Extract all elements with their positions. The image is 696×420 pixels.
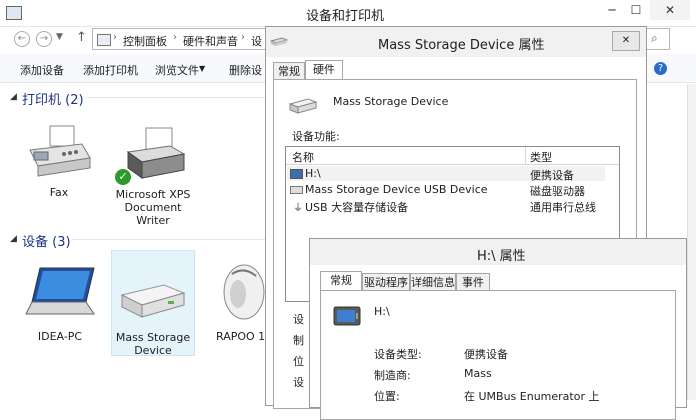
help-icon[interactable]: ? [654,62,667,75]
table-row[interactable]: Mass Storage Device USB Device 磁盘驱动器 [287,182,605,198]
summary-label: 制 [293,334,304,347]
browse-files-button[interactable]: 浏览文件 [155,62,199,78]
drive-icon [120,284,186,318]
dialog-title: Mass Storage Device 属性 [378,38,545,53]
default-check-icon: ✓ [114,168,132,186]
app-icon [6,6,22,20]
row-type: 磁盘驱动器 [530,185,585,198]
xps-printer-device[interactable]: ✓ Microsoft XPS Document Writer [110,118,196,228]
breadcrumb-item-control-panel[interactable]: 控制面板 [123,33,167,49]
mass-storage-device[interactable]: Mass Storage Device [111,250,195,357]
control-panel-icon [97,34,111,46]
search-icon: ⌕ [651,31,658,45]
printers-collapse-icon[interactable]: ◢ [10,92,17,102]
history-dropdown-icon[interactable]: ▼ [56,32,63,42]
row-type: 通用串行总线 [530,201,596,214]
device-type-value: 便携设备 [464,348,508,361]
dialog-title: H:\ 属性 [477,249,526,264]
column-divider [525,147,526,164]
breadcrumb-item-hardware[interactable]: 硬件和声音 [183,33,238,49]
summary-label: 位 [293,355,304,368]
row-type: 便携设备 [530,169,574,182]
rapoo-mouse-device[interactable]: RAPOO 1 [206,260,270,346]
remove-device-button[interactable]: 删除设 [229,62,262,78]
maximize-button[interactable]: ☐ [624,0,648,20]
summary-label: 设 [293,376,304,389]
breadcrumb-item-current[interactable]: 设 [251,33,262,49]
tab-details[interactable]: 详细信息 [410,273,456,291]
title-bar: 设备和打印机 ─ ☐ ✕ [0,0,696,27]
breadcrumb-separator-icon: › [241,32,245,43]
table-row[interactable]: H:\ 便携设备 [287,166,605,182]
location-label: 位置: [374,390,400,403]
vertical-scrollbar[interactable] [687,84,696,400]
idea-pc-device[interactable]: IDEA-PC [20,256,100,346]
breadcrumb-separator-icon: › [113,32,117,43]
add-printer-button[interactable]: 添加打印机 [83,62,138,78]
xps-printer-label: Microsoft XPS Document Writer [115,188,191,227]
drive-icon [270,37,288,46]
group-divider [72,239,266,240]
row-name: USB 大容量存储设备 [305,201,409,214]
portable-device-icon [290,169,303,179]
chevron-down-icon: ▼ [199,64,206,73]
window-title: 设备和打印机 [306,9,385,24]
tab-general[interactable]: 常规 [273,62,305,80]
breadcrumb-separator-icon: › [173,32,177,43]
location-value: 在 UMBus Enumerator 上 [464,390,600,403]
tab-driver[interactable]: 驱动程序 [362,273,410,291]
dialog-title-bar: H:\ 属性 [310,239,686,265]
group-divider [86,97,266,98]
drive-icon [288,98,318,114]
list-header [286,147,619,165]
add-device-button[interactable]: 添加设备 [20,62,64,78]
search-box[interactable]: ⌕ [644,28,670,50]
usb-icon: ⏚ [293,203,303,214]
up-icon[interactable]: ↑ [76,30,87,45]
summary-label: 设 [293,313,304,326]
h-drive-properties-dialog: H:\ 属性 常规 驱动程序 详细信息 事件 H:\ 设备类型: 便携设备 制造… [309,238,687,420]
device-type-label: 设备类型: [374,348,422,361]
close-button[interactable]: ✕ [650,0,690,20]
back-icon[interactable]: ← [14,31,30,47]
column-name[interactable]: 名称 [292,149,314,165]
devices-group-title[interactable]: 设备 (3) [22,231,71,250]
rapoo-label: RAPOO 1 [216,330,266,343]
printers-group-title[interactable]: 打印机 (2) [22,89,84,108]
disk-drive-icon [290,186,303,194]
mass-storage-label: Mass Storage Device [115,331,191,357]
mouse-icon [223,264,265,320]
dialog-close-button[interactable]: ✕ [612,31,640,51]
table-row[interactable]: ⏚ USB 大容量存储设备 通用串行总线 [287,198,605,214]
functions-label: 设备功能: [292,130,340,143]
device-name: H:\ [374,305,390,318]
breadcrumb[interactable]: › 控制面板 › 硬件和声音 › 设 [92,28,268,50]
fax-icon [29,125,91,177]
dialog-title-bar: Mass Storage Device 属性 ✕ [266,27,646,57]
device-name: Mass Storage Device [333,95,449,108]
tab-hardware[interactable]: 硬件 [305,60,343,80]
row-name: H:\ [305,167,321,180]
manufacturer-value: Mass [464,367,492,380]
portable-device-icon [333,306,361,326]
laptop-icon [25,267,95,315]
forward-icon[interactable]: → [36,31,52,47]
minimize-button[interactable]: ─ [600,0,624,20]
fax-device[interactable]: Fax [20,118,98,206]
fax-label: Fax [49,186,69,199]
devices-collapse-icon[interactable]: ◢ [10,234,17,244]
tab-events[interactable]: 事件 [456,273,490,291]
row-name: Mass Storage Device USB Device [305,183,488,196]
tab-general[interactable]: 常规 [320,271,362,291]
manufacturer-label: 制造商: [374,369,411,382]
column-type[interactable]: 类型 [530,149,552,165]
idea-pc-label: IDEA-PC [37,330,83,343]
